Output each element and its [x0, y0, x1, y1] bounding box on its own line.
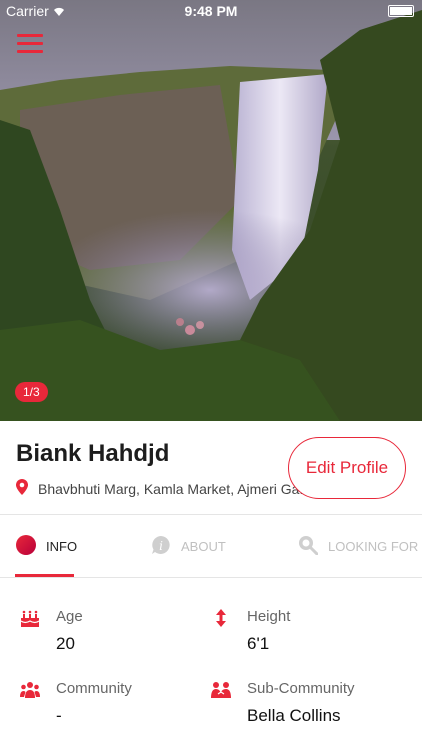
- age-label: Age: [56, 608, 83, 625]
- info-dot-icon: [16, 534, 36, 558]
- location-address: Bhavbhuti Marg, Kamla Market, Ajmeri Gat…: [38, 481, 315, 497]
- battery-icon: [388, 5, 414, 17]
- clock-label: 9:48 PM: [184, 3, 238, 19]
- profile-name: Biank Hahdjd: [16, 440, 170, 467]
- divider: [0, 514, 422, 515]
- sub-community-icon: [211, 680, 231, 705]
- photo-counter-badge: 1/3: [15, 382, 48, 402]
- waterfall-landscape-image: [0, 0, 422, 421]
- sub-community-value: Bella Collins: [247, 706, 341, 725]
- tab-info-label: INFO: [46, 538, 78, 554]
- tab-about-label: ABOUT: [181, 538, 226, 554]
- search-icon: [298, 535, 319, 558]
- tab-about[interactable]: i ABOUT: [151, 534, 226, 558]
- community-icon: [20, 680, 40, 705]
- tab-looking-for[interactable]: LOOKING FOR: [298, 534, 418, 558]
- tab-info[interactable]: INFO: [16, 534, 77, 558]
- community-field: Community -: [20, 680, 200, 730]
- divider: [0, 577, 422, 578]
- profile-photo[interactable]: Carrier 9:48 PM 1/3: [0, 0, 422, 421]
- status-bar: Carrier 9:48 PM: [0, 0, 422, 22]
- info-bubble-icon: i: [151, 535, 171, 558]
- sub-community-label: Sub-Community: [247, 680, 355, 697]
- height-label: Height: [247, 608, 291, 625]
- edit-profile-button[interactable]: Edit Profile: [288, 437, 406, 499]
- height-value: 6'1: [247, 634, 270, 653]
- community-label: Community: [56, 680, 132, 697]
- location-row: Bhavbhuti Marg, Kamla Market, Ajmeri Gat…: [16, 478, 326, 500]
- tab-looking-for-label: LOOKING FOR: [328, 538, 419, 554]
- height-field: Height 6'1: [211, 608, 411, 658]
- age-field: Age 20: [20, 608, 200, 658]
- hamburger-menu-icon[interactable]: [17, 34, 43, 56]
- location-pin-icon: [16, 478, 28, 500]
- age-value: 20: [56, 634, 75, 653]
- svg-text:i: i: [159, 539, 163, 553]
- community-value: -: [56, 706, 62, 725]
- sub-community-field: Sub-Community Bella Collins: [211, 680, 411, 730]
- height-icon: [211, 608, 231, 633]
- cake-icon: [20, 608, 40, 633]
